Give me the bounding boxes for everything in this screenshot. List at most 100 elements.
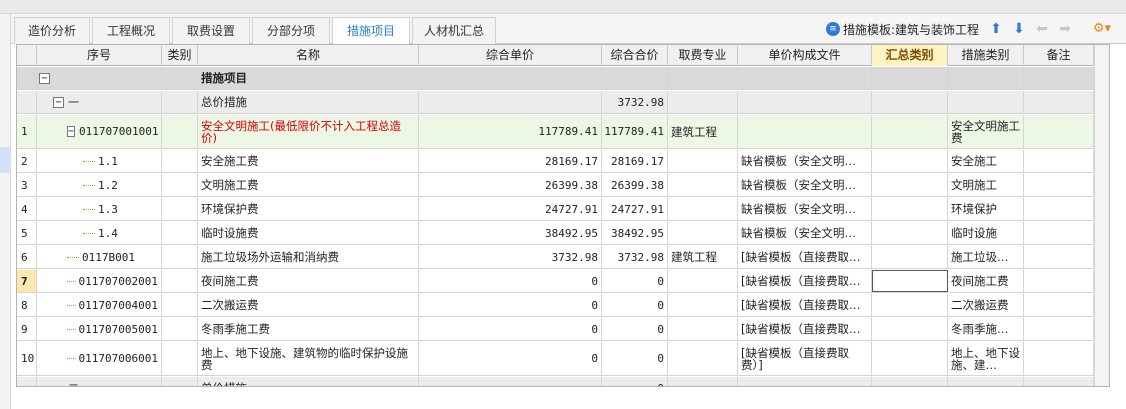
cell-name[interactable]: 安全文明施工(最低限价不计入工程总造价): [198, 115, 419, 148]
cell-remark[interactable]: [1024, 270, 1094, 292]
table-row[interactable]: 3 1.2 文明施工费 26399.38 26399.38 缺省模板（安全文明… 文明施工: [17, 174, 1109, 197]
cell-name[interactable]: 单价措施: [198, 377, 419, 386]
cell-code[interactable]: − 一: [37, 91, 162, 113]
cell-total-price[interactable]: 3732.98: [602, 91, 668, 113]
cell-summary-category[interactable]: [872, 198, 948, 220]
cell-summary-category[interactable]: [872, 318, 948, 340]
tab-fee-settings[interactable]: 取费设置: [172, 17, 250, 44]
cell-category[interactable]: [162, 67, 198, 89]
cell-total-price[interactable]: 0: [602, 342, 668, 375]
cell-name[interactable]: 环境保护费: [198, 198, 419, 220]
cell-row-number[interactable]: 3: [17, 174, 37, 196]
table-row[interactable]: 7 011707002001 夜间施工费 0 0 [缺省模板（直接费取… 夜间施工费: [17, 270, 1109, 293]
cell-price-file[interactable]: [缺省模板（直接费取费）]: [738, 342, 872, 375]
cell-price-file[interactable]: 缺省模板（安全文明…: [738, 198, 872, 220]
header-remark[interactable]: 备注: [1024, 45, 1094, 66]
cell-fee-specialty[interactable]: 建筑工程: [668, 246, 738, 268]
cell-name[interactable]: 文明施工费: [198, 174, 419, 196]
arrow-down-icon[interactable]: ⬇: [1011, 20, 1027, 38]
cell-price-file[interactable]: [缺省模板（直接费取…: [738, 246, 872, 268]
header-fee-specialty[interactable]: 取费专业: [668, 45, 738, 66]
cell-row-number[interactable]: 5: [17, 222, 37, 244]
arrow-left-icon[interactable]: ⬅: [1034, 20, 1050, 38]
cell-fee-specialty[interactable]: [668, 342, 738, 375]
cell-code[interactable]: 1.1: [37, 150, 162, 172]
cell-category[interactable]: [162, 377, 198, 386]
cell-total-price[interactable]: 3732.98: [602, 246, 668, 268]
table-row[interactable]: 1−011707001001 安全文明施工(最低限价不计入工程总造价) 117789…: [17, 115, 1109, 149]
cell-category[interactable]: [162, 294, 198, 316]
cell-unit-price[interactable]: 38492.95: [419, 222, 602, 244]
cell-total-price[interactable]: [602, 67, 668, 89]
cell-measure-category[interactable]: [948, 67, 1024, 89]
cell-remark[interactable]: [1024, 222, 1094, 244]
cell-total-price[interactable]: 0: [602, 294, 668, 316]
cell-name[interactable]: 地上、地下设施、建筑物的临时保护设施费: [198, 342, 419, 375]
cell-fee-specialty[interactable]: [668, 222, 738, 244]
cell-name[interactable]: 二次搬运费: [198, 294, 419, 316]
tab-project-overview[interactable]: 工程概况: [92, 17, 170, 44]
cell-unit-price[interactable]: 0: [419, 342, 602, 375]
table-row[interactable]: 9 011707005001 冬雨季施工费 0 0 [缺省模板（直接费取… 冬雨季施…: [17, 318, 1109, 341]
table-row[interactable]: 二 单价措施 0: [17, 377, 1109, 386]
header-category[interactable]: 类别: [162, 45, 198, 66]
cell-remark[interactable]: [1024, 91, 1094, 113]
arrow-right-icon[interactable]: ➡: [1057, 20, 1073, 38]
header-corner[interactable]: [17, 45, 37, 66]
table-row[interactable]: 2 1.1 安全施工费 28169.17 28169.17 缺省模板（安全文明… 安全施工: [17, 150, 1109, 173]
cell-remark[interactable]: [1024, 150, 1094, 172]
cell-row-number[interactable]: [17, 67, 37, 89]
cell-price-file[interactable]: [缺省模板（直接费取…: [738, 318, 872, 340]
collapse-toggle-icon[interactable]: −: [39, 72, 50, 84]
table-row[interactable]: 8 011707004001 二次搬运费 0 0 [缺省模板（直接费取… 二次搬运费: [17, 294, 1109, 317]
cell-category[interactable]: [162, 115, 198, 148]
cell-summary-category[interactable]: [872, 67, 948, 89]
cell-fee-specialty[interactable]: [668, 318, 738, 340]
cell-measure-category[interactable]: [948, 377, 1024, 386]
cell-summary-category[interactable]: [872, 342, 948, 375]
cell-fee-specialty[interactable]: [668, 377, 738, 386]
cell-summary-category[interactable]: [872, 246, 948, 268]
cell-summary-category[interactable]: [872, 222, 948, 244]
cell-remark[interactable]: [1024, 67, 1094, 89]
cell-row-number[interactable]: 7: [17, 270, 37, 292]
cell-name[interactable]: 夜间施工费: [198, 270, 419, 292]
cell-unit-price[interactable]: 0: [419, 270, 602, 292]
header-unit-price[interactable]: 综合单价: [419, 45, 602, 66]
cell-remark[interactable]: [1024, 342, 1094, 375]
cell-category[interactable]: [162, 270, 198, 292]
tab-materials-summary[interactable]: 人材机汇总: [412, 17, 496, 44]
cell-unit-price[interactable]: 0: [419, 318, 602, 340]
cell-price-file[interactable]: [738, 115, 872, 148]
cell-category[interactable]: [162, 342, 198, 375]
cell-code[interactable]: −011707001001: [37, 115, 162, 148]
cell-row-number[interactable]: [17, 91, 37, 113]
cell-name[interactable]: 临时设施费: [198, 222, 419, 244]
tab-cost-analysis[interactable]: 造价分析: [14, 17, 90, 44]
cell-measure-category[interactable]: [948, 91, 1024, 113]
cell-price-file[interactable]: [738, 91, 872, 113]
cell-total-price[interactable]: 0: [602, 270, 668, 292]
cell-row-number[interactable]: 2: [17, 150, 37, 172]
cell-unit-price[interactable]: [419, 91, 602, 113]
cell-measure-category[interactable]: 施工垃圾…: [948, 246, 1024, 268]
cell-unit-price[interactable]: 28169.17: [419, 150, 602, 172]
cell-unit-price[interactable]: 24727.91: [419, 198, 602, 220]
cell-measure-category[interactable]: 地上、地下设施、建…: [948, 342, 1024, 375]
cell-code[interactable]: 0117B001: [37, 246, 162, 268]
cell-row-number[interactable]: 9: [17, 318, 37, 340]
cell-unit-price[interactable]: 117789.41: [419, 115, 602, 148]
cell-fee-specialty[interactable]: [668, 294, 738, 316]
cell-row-number[interactable]: 10: [17, 342, 37, 375]
cell-summary-category[interactable]: [872, 91, 948, 113]
cell-measure-category[interactable]: 二次搬运费: [948, 294, 1024, 316]
cell-category[interactable]: [162, 246, 198, 268]
collapse-toggle-icon[interactable]: −: [53, 96, 64, 108]
cell-measure-category[interactable]: 环境保护: [948, 198, 1024, 220]
cell-price-file[interactable]: 缺省模板（安全文明…: [738, 222, 872, 244]
cell-remark[interactable]: [1024, 198, 1094, 220]
cell-measure-category[interactable]: 安全文明施工费: [948, 115, 1024, 148]
tab-measures[interactable]: 措施项目: [332, 17, 410, 44]
cell-price-file[interactable]: [缺省模板（直接费取…: [738, 270, 872, 292]
cell-measure-category[interactable]: 文明施工: [948, 174, 1024, 196]
